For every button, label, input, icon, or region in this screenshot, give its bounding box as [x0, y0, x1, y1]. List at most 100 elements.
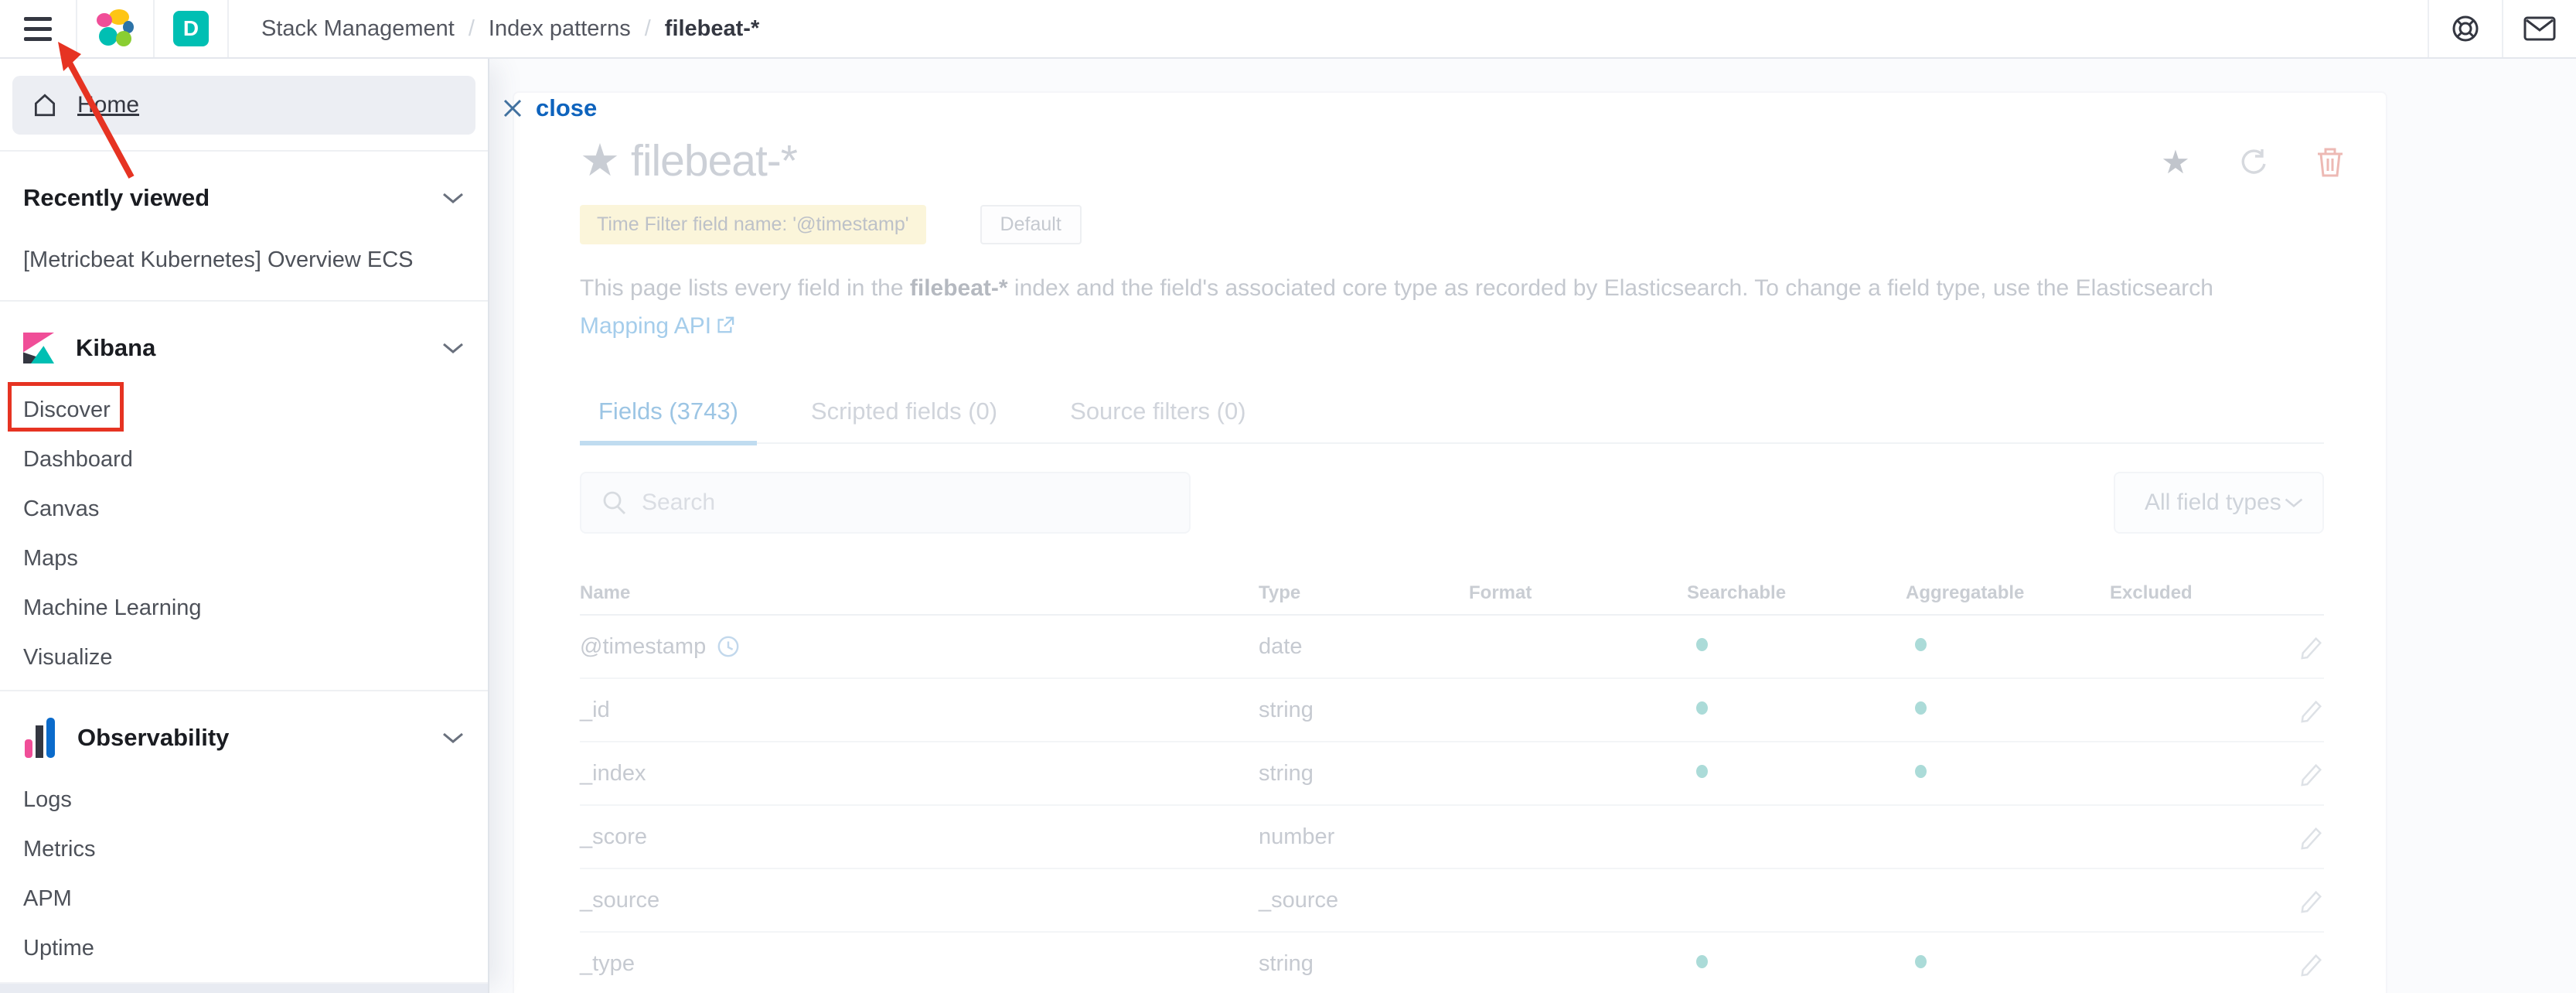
recently-viewed-list: [Metricbeat Kubernetes] Overview ECS: [0, 235, 488, 285]
chevron-down-icon: [2284, 496, 2304, 509]
edit-field-button[interactable]: [2299, 950, 2324, 977]
divider: [0, 690, 488, 691]
space-selector[interactable]: D: [155, 0, 229, 57]
field-type: _source: [1259, 888, 1338, 913]
field-name: @timestamp: [580, 634, 706, 660]
col-type: Type: [1259, 582, 1469, 604]
pencil-icon: [2299, 760, 2324, 787]
breadcrumb-index-patterns[interactable]: Index patterns: [489, 16, 631, 42]
envelope-icon: [2523, 15, 2557, 43]
delete-button[interactable]: [2315, 147, 2346, 178]
sidebar-item-logs[interactable]: Logs: [0, 775, 488, 824]
trash-icon: [2316, 147, 2344, 178]
aggregatable-dot: [1915, 955, 1927, 968]
section-title: Observability: [77, 724, 229, 752]
table-row: _score number: [580, 806, 2324, 869]
sidebar-home-label: Home: [77, 92, 139, 118]
field-name: _index: [580, 761, 646, 787]
help-button[interactable]: [2428, 0, 2502, 57]
breadcrumb-separator: /: [469, 16, 475, 42]
edit-field-button[interactable]: [2299, 697, 2324, 723]
index-pattern-actions: ★: [2160, 147, 2346, 178]
kibana-logo-icon: [23, 331, 54, 365]
breadcrumb-stack-management[interactable]: Stack Management: [261, 16, 455, 42]
default-badge: Default: [980, 205, 1082, 244]
newsfeed-button[interactable]: [2502, 0, 2576, 57]
tab-source-filters[interactable]: Source filters (0): [1051, 398, 1264, 442]
field-type: string: [1259, 761, 1314, 786]
pencil-icon: [2299, 824, 2324, 850]
edit-field-button[interactable]: [2299, 760, 2324, 787]
col-format: Format: [1469, 582, 1687, 604]
hamburger-menu-button[interactable]: [0, 0, 77, 57]
page-title: filebeat-*: [631, 135, 797, 186]
main-area: close ★: [489, 59, 2576, 993]
col-aggregatable: Aggregatable: [1906, 582, 2110, 604]
title-star-icon: ★: [580, 138, 620, 183]
close-icon: [502, 97, 523, 119]
table-header: Name Type Format Searchable Aggregatable…: [580, 572, 2324, 616]
field-name: _type: [580, 951, 635, 977]
field-search: [580, 472, 1191, 534]
col-searchable: Searchable: [1687, 582, 1906, 604]
field-name: _score: [580, 824, 647, 850]
table-row: _type string: [580, 933, 2324, 993]
section-recently-viewed[interactable]: Recently viewed: [0, 173, 488, 223]
page-description: This page lists every field in the fileb…: [580, 269, 2227, 346]
pencil-icon: [2299, 697, 2324, 723]
sidebar-item-metrics[interactable]: Metrics: [0, 824, 488, 874]
tab-scripted-fields[interactable]: Scripted fields (0): [792, 398, 1016, 442]
nav-flyout: Home Recently viewed [Metricbeat Kuberne…: [0, 59, 489, 993]
section-title: Recently viewed: [23, 184, 210, 212]
sidebar-item-maps[interactable]: Maps: [0, 534, 488, 583]
sidebar-item-dashboard[interactable]: Dashboard: [0, 435, 488, 484]
aggregatable-dot: [1915, 765, 1927, 778]
edit-field-button[interactable]: [2299, 824, 2324, 850]
searchable-dot: [1696, 955, 1708, 968]
divider: [0, 150, 488, 152]
sidebar-item-canvas[interactable]: Canvas: [0, 484, 488, 534]
searchable-dot: [1696, 638, 1708, 651]
sidebar-item-discover[interactable]: Discover: [0, 385, 488, 435]
table-row: _source _source: [580, 869, 2324, 933]
field-type-filter[interactable]: All field types: [2114, 472, 2324, 534]
breadcrumb-current-page: filebeat-*: [665, 16, 759, 42]
breadcrumb-separator: /: [645, 16, 651, 42]
header-actions: [2428, 0, 2576, 57]
chevron-down-icon: [441, 191, 465, 205]
space-badge: D: [173, 11, 209, 46]
refresh-button[interactable]: [2237, 147, 2268, 178]
section-kibana[interactable]: Kibana: [0, 323, 488, 373]
kibana-nav-list: Discover Dashboard Canvas Maps Machine L…: [0, 385, 488, 682]
sidebar-item-home[interactable]: Home: [12, 76, 475, 135]
top-header: D Stack Management / Index patterns / fi…: [0, 0, 2576, 59]
close-label: close: [536, 94, 597, 122]
sidebar-item-uptime[interactable]: Uptime: [0, 923, 488, 973]
time-filter-badge: Time Filter field name: '@timestamp': [580, 205, 926, 244]
field-type-filter-value: All field types: [2145, 490, 2281, 516]
section-observability[interactable]: Observability: [0, 713, 488, 763]
title-row: ★ filebeat-*: [580, 135, 2324, 186]
sidebar-item-metricbeat-overview[interactable]: [Metricbeat Kubernetes] Overview ECS: [0, 235, 488, 285]
tab-fields[interactable]: Fields (3743): [580, 398, 757, 445]
description-text: index and the field's associated core ty…: [1008, 275, 2213, 301]
sidebar-item-apm[interactable]: APM: [0, 874, 488, 923]
field-type: date: [1259, 634, 1302, 659]
refresh-icon: [2238, 148, 2268, 177]
col-excluded: Excluded: [2110, 582, 2264, 604]
search-input[interactable]: [642, 490, 1189, 516]
close-button[interactable]: close: [502, 94, 597, 122]
sidebar-item-visualize[interactable]: Visualize: [0, 633, 488, 682]
sidebar-item-machine-learning[interactable]: Machine Learning: [0, 583, 488, 633]
clock-icon: [717, 635, 740, 658]
favorite-button[interactable]: ★: [2160, 147, 2191, 178]
edit-field-button[interactable]: [2299, 887, 2324, 913]
breadcrumb: Stack Management / Index patterns / file…: [261, 16, 759, 42]
description-index-name: filebeat-*: [910, 275, 1008, 301]
field-type: number: [1259, 824, 1334, 849]
edit-field-button[interactable]: [2299, 633, 2324, 660]
field-controls: All field types: [580, 472, 2324, 534]
elastic-logo[interactable]: [77, 0, 155, 57]
field-name: _source: [580, 888, 659, 913]
mapping-api-link[interactable]: Mapping API: [580, 313, 711, 339]
